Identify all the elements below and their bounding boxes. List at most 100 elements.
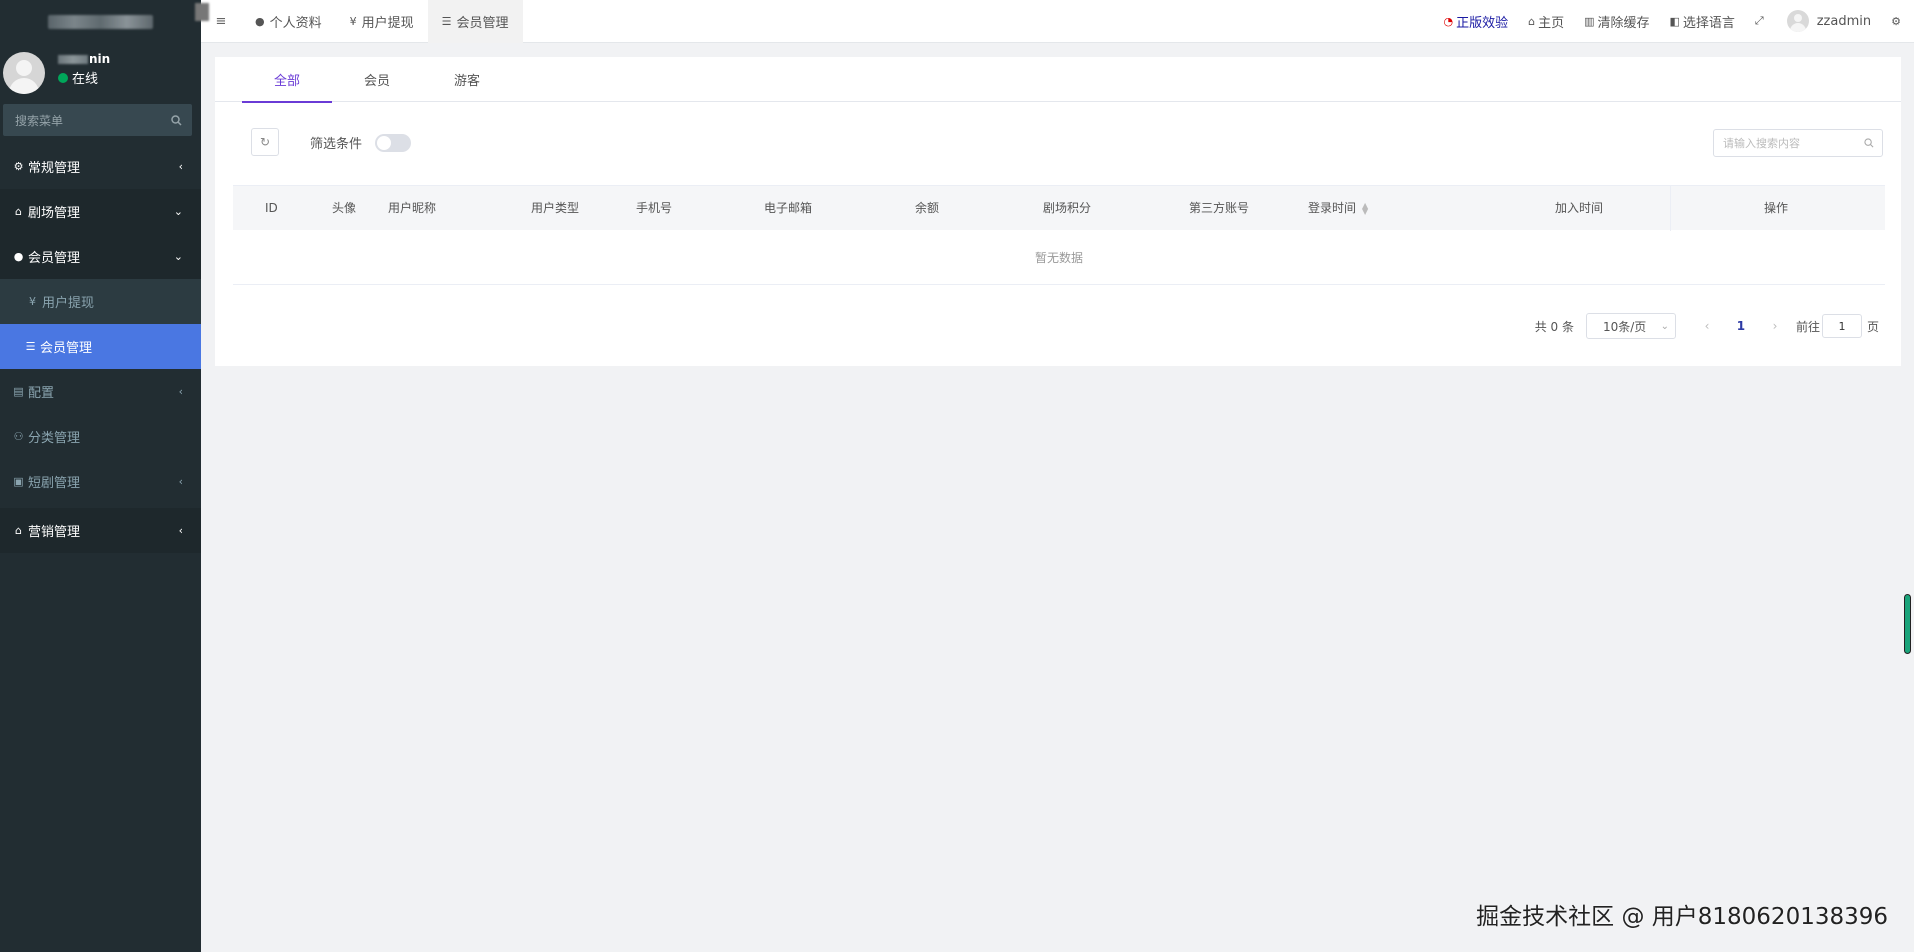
list-icon: ☰ <box>25 340 36 353</box>
search-icon <box>1864 138 1874 148</box>
tab-member[interactable]: 会员 <box>332 57 422 102</box>
fullscreen-button[interactable]: ⤢ <box>1745 14 1777 28</box>
page-size-select[interactable]: 10条/页 ⌄ <box>1585 313 1676 339</box>
tab-all[interactable]: 全部 <box>242 57 332 103</box>
chevron-down-icon: ⌄ <box>173 250 183 263</box>
chevron-left-icon: ‹ <box>178 475 183 488</box>
chevron-down-icon: ⌄ <box>173 205 183 218</box>
table-empty-row: 暂无数据 <box>233 230 1885 285</box>
page-suffix: 页 <box>1866 319 1879 334</box>
nav-tab-withdraw[interactable]: ¥ 用户提现 <box>336 0 428 43</box>
pagination-total: 共 0 条 <box>1534 319 1574 334</box>
column-header-third-party[interactable]: 第三方账号 <box>1189 186 1249 231</box>
genuine-check-link[interactable]: ◔ 正版效验 <box>1433 12 1518 31</box>
chevron-left-icon: ‹ <box>178 385 183 398</box>
logo[interactable] <box>0 0 201 43</box>
sidebar-item-label: 分类管理 <box>28 431 81 446</box>
clear-cache-label: 清除缓存 <box>1597 15 1650 31</box>
filter-label: 筛选条件 <box>310 137 363 152</box>
table-header: ID 头像 用户昵称 用户类型 手机号 电子邮箱 余额 剧场积分 第三方账号 登… <box>233 185 1885 231</box>
file-icon: ▤ <box>13 385 24 398</box>
scrollbar-handle[interactable] <box>1904 594 1911 654</box>
column-divider <box>1670 186 1671 231</box>
avatar[interactable] <box>3 52 45 94</box>
column-header-login-time[interactable]: 登录时间 ▲ ▼ <box>1308 186 1368 231</box>
sidebar-item-marketing[interactable]: ⌂ 营销管理 ‹ <box>0 508 201 553</box>
tab-guest[interactable]: 游客 <box>422 57 512 102</box>
language-select[interactable]: ◧ 选择语言 <box>1660 12 1745 31</box>
search-icon[interactable] <box>171 114 182 126</box>
refresh-button[interactable]: ↻ <box>251 128 279 156</box>
page-goto: 前往 页 <box>1796 314 1879 338</box>
sidebar-item-category[interactable]: ⚇ 分类管理 <box>0 414 201 459</box>
genuine-check-label: 正版效验 <box>1456 15 1509 31</box>
user-menu[interactable]: zzadmin <box>1777 10 1881 32</box>
settings-button[interactable]: ⚙ <box>1881 15 1914 28</box>
user-icon: ● <box>255 14 265 28</box>
user-icon: ● <box>13 250 24 263</box>
clear-cache-button[interactable]: ▥ 清除缓存 <box>1574 12 1659 31</box>
yen-icon: ¥ <box>349 14 357 28</box>
sidebar-item-label: 短剧管理 <box>28 476 81 491</box>
column-header-balance[interactable]: 余额 <box>915 186 939 231</box>
nav-tab-member-management[interactable]: ☰ 会员管理 <box>427 0 523 43</box>
column-header-actions: 操作 <box>1764 201 1789 215</box>
user-name: nin <box>58 52 110 66</box>
prev-page-button[interactable]: ‹ <box>1690 319 1724 333</box>
shopping-bag-icon: ▣ <box>13 475 24 488</box>
column-header-id[interactable]: ID <box>265 186 278 231</box>
column-header-user-type[interactable]: 用户类型 <box>531 186 579 231</box>
chevron-left-icon: ‹ <box>178 160 183 173</box>
cogs-icon: ⚙ <box>13 160 24 173</box>
sidebar-item-regular[interactable]: ⚙ 常规管理 ‹ <box>0 144 201 189</box>
chevron-down-icon: ⌄ <box>1660 320 1669 332</box>
user-status: 在线 <box>58 68 98 87</box>
sidebar-item-theater[interactable]: ⌂ 剧场管理 ⌄ <box>0 189 201 234</box>
filter-toggle[interactable] <box>375 134 411 152</box>
sort-icon[interactable]: ▲ ▼ <box>1362 201 1368 215</box>
sidebar-item-config[interactable]: ▤ 配置 ‹ <box>0 369 201 414</box>
sitemap-icon: ⚇ <box>13 430 24 443</box>
goto-page-input[interactable] <box>1821 314 1862 338</box>
nav-tab-label: 个人资料 <box>269 15 322 31</box>
column-header-email[interactable]: 电子邮箱 <box>764 186 812 231</box>
empty-text: 暂无数据 <box>1034 250 1083 265</box>
sidebar-item-label: 会员管理 <box>40 341 93 356</box>
user-name-text: nin <box>89 52 111 66</box>
column-header-label: 登录时间 <box>1308 201 1357 215</box>
home-icon: ⌂ <box>15 524 22 537</box>
page-number-current[interactable]: 1 <box>1724 319 1758 333</box>
yen-icon: ¥ <box>29 295 36 308</box>
sidebar-item-member-group[interactable]: ● 会员管理 ⌄ <box>0 234 201 279</box>
search-input[interactable]: 请输入搜索内容 <box>1713 129 1883 157</box>
language-label: 选择语言 <box>1682 15 1735 31</box>
table-toolbar: ↻ 筛选条件 请输入搜索内容 <box>215 102 1901 182</box>
chevron-left-icon: ‹ <box>178 524 183 537</box>
sidebar-item-withdraw[interactable]: ¥ 用户提现 <box>0 279 201 324</box>
column-header-avatar[interactable]: 头像 <box>332 186 356 231</box>
home-icon: ⌂ <box>15 205 22 218</box>
sidebar-item-short-drama[interactable]: ▣ 短剧管理 ‹ <box>0 459 201 504</box>
sidebar-item-label: 会员管理 <box>28 251 81 266</box>
watermark: 掘金技术社区 @ 用户8180620138396 <box>1476 904 1888 930</box>
next-page-button[interactable]: › <box>1758 319 1792 333</box>
user-panel: nin 在线 <box>0 43 201 101</box>
member-type-tabs: 全部 会员 游客 <box>215 57 1901 103</box>
column-header-points[interactable]: 剧场积分 <box>1043 186 1091 231</box>
home-link[interactable]: ⌂ 主页 <box>1518 12 1574 31</box>
goto-label: 前往 <box>1795 319 1820 334</box>
logo-image <box>48 14 153 29</box>
content-panel: 全部 会员 游客 ↻ 筛选条件 请输入搜索内容 ID 头像 用户昵称 用户类型 … <box>215 57 1901 366</box>
column-header-join-time[interactable]: 加入时间 <box>1555 186 1603 231</box>
sidebar-search-input[interactable]: 搜索菜单 <box>3 104 192 136</box>
rss-icon: ◔ <box>1443 14 1454 28</box>
pagination: 共 0 条 10条/页 ⌄ ‹ 1 › 前往 页 <box>1535 313 1879 339</box>
nav-tab-profile[interactable]: ● 个人资料 <box>241 0 336 43</box>
avatar <box>1786 10 1809 32</box>
navbar-right: ◔ 正版效验 ⌂ 主页 ▥ 清除缓存 ◧ 选择语言 ⤢ zzadmin ⚙ <box>1433 0 1914 43</box>
column-header-phone[interactable]: 手机号 <box>636 186 672 231</box>
home-label: 主页 <box>1538 15 1565 31</box>
sidebar-item-member-management[interactable]: ☰ 会员管理 <box>0 324 201 369</box>
nav-tab-label: 用户提现 <box>361 15 414 31</box>
column-header-nickname[interactable]: 用户昵称 <box>388 186 436 231</box>
